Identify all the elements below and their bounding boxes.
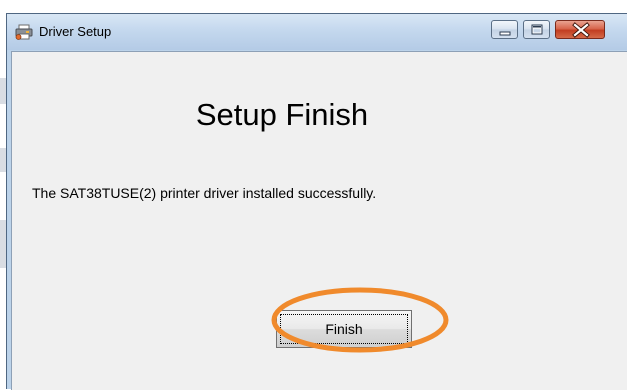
title-bar[interactable]: Driver Setup — [7, 14, 627, 50]
printer-setup-icon — [15, 24, 33, 40]
install-success-message: The SAT38TUSE(2) printer driver installe… — [32, 185, 377, 201]
maximize-button[interactable] — [523, 20, 550, 39]
window-title: Driver Setup — [39, 24, 112, 39]
setup-finish-heading: Setup Finish — [195, 97, 369, 132]
finish-button[interactable]: Finish — [276, 310, 412, 348]
close-icon — [572, 22, 590, 38]
maximize-icon — [531, 24, 543, 35]
minimize-icon — [499, 31, 511, 36]
finish-button-label: Finish — [325, 321, 363, 337]
close-button[interactable] — [555, 20, 605, 39]
driver-setup-window: Driver Setup Setup Finish The SAT38TUSE(… — [6, 13, 627, 390]
dialog-body: Setup Finish The SAT38TUSE(2) printer dr… — [11, 51, 627, 390]
minimize-button[interactable] — [491, 20, 518, 39]
